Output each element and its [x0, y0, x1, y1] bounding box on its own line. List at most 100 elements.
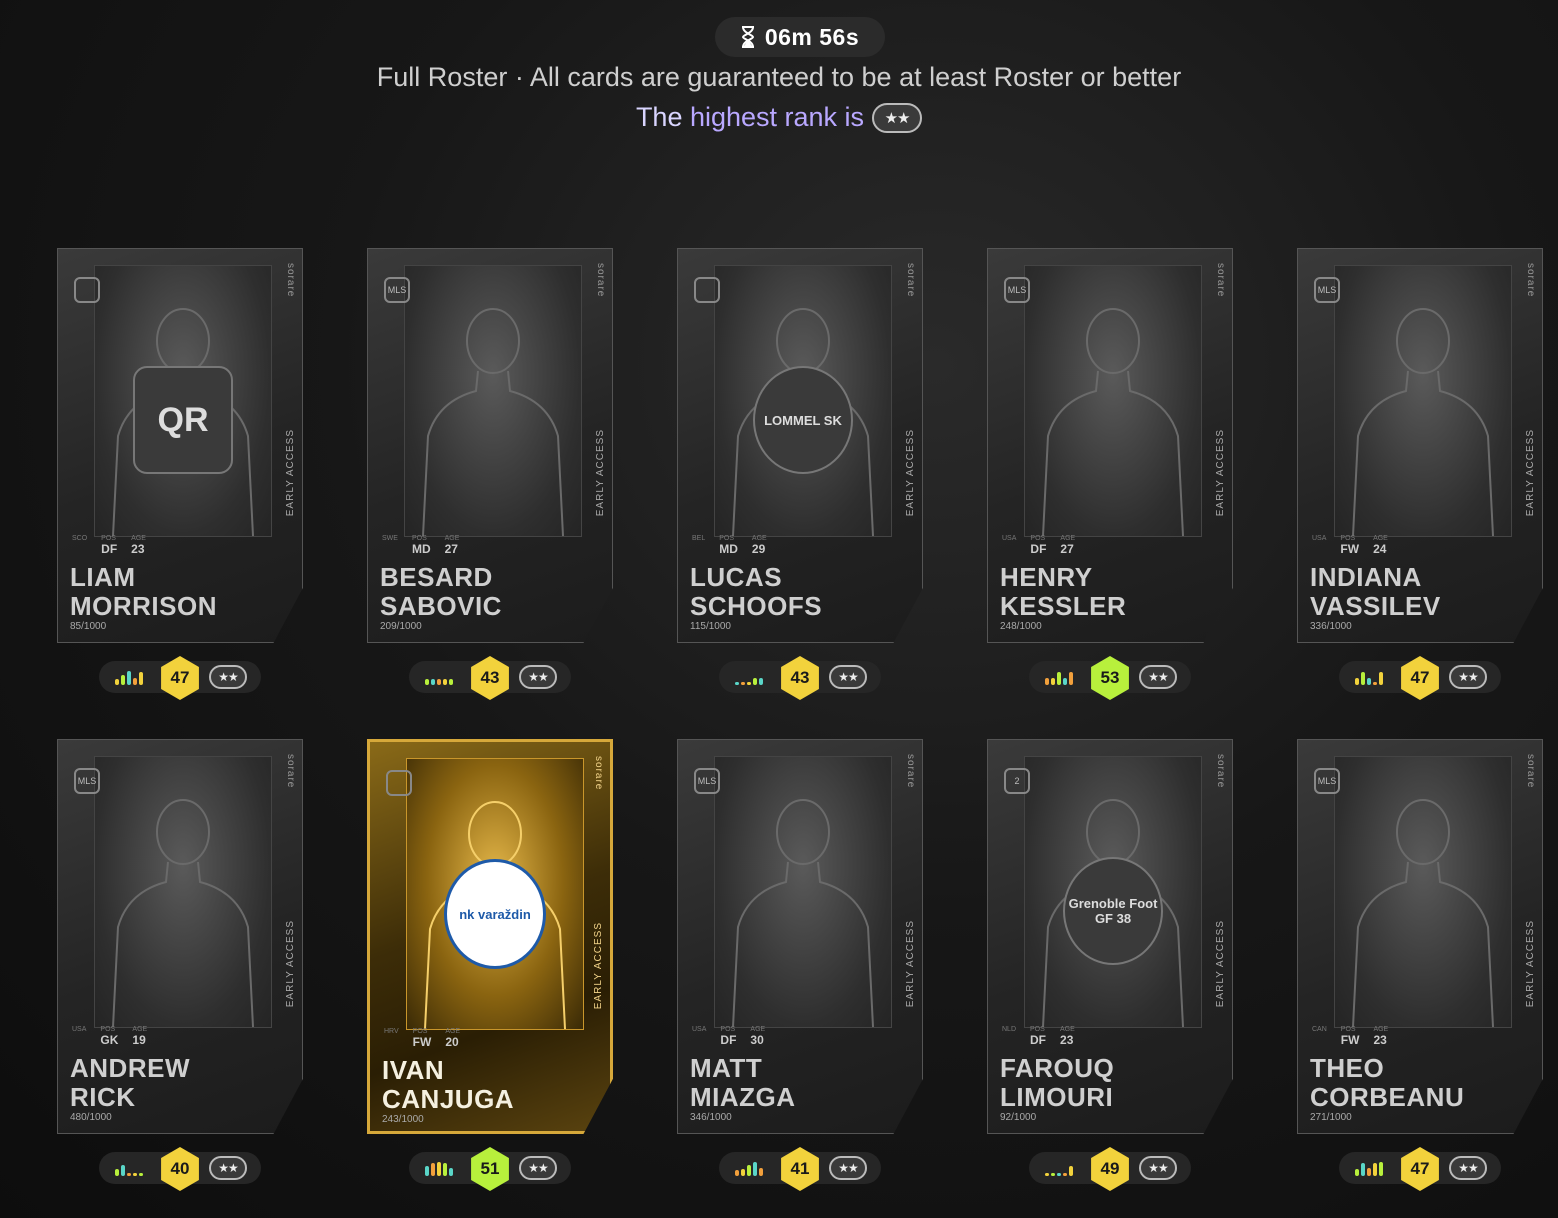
rank-stars-badge: ★★	[209, 665, 247, 689]
player-score: 43	[471, 656, 509, 700]
league-logo-icon: MLS	[1004, 277, 1030, 303]
player-meta: USA POS GK AGE 19	[72, 1026, 147, 1047]
player-name: ANDREW RICK	[70, 1054, 190, 1112]
player-image-frame	[94, 756, 272, 1028]
player-silhouette-icon	[732, 799, 874, 1027]
position-value: DF	[1030, 542, 1047, 556]
player-card[interactable]: MLS sorare EARLY ACCESS USA POS DF AGE 27 HENRY K…	[987, 248, 1233, 643]
rank-stars-badge: ★★	[829, 665, 867, 689]
form-bar	[1051, 677, 1055, 685]
age-field: AGE 23	[1373, 1026, 1388, 1047]
player-score: 41	[781, 1147, 819, 1191]
player-card[interactable]: nk varaždin sorare EARLY ACCESS HRV POS FW AGE…	[367, 739, 613, 1134]
timer-value: 06m 56s	[764, 23, 860, 50]
country-label: SCO	[72, 535, 88, 542]
form-bar	[1361, 1163, 1365, 1176]
player-stats-pill: 40 ★★	[99, 1147, 261, 1191]
age-value: 23	[1060, 1033, 1074, 1047]
age-field: AGE 27	[445, 535, 460, 556]
player-image-frame	[714, 756, 892, 1028]
age-field: AGE 19	[132, 1026, 147, 1047]
early-access-label: EARLY ACCESS	[905, 429, 916, 517]
player-last-name: SCHOOFS	[690, 591, 823, 621]
player-first-name: LIAM	[70, 562, 136, 592]
position-field: POS FW	[1341, 1026, 1360, 1047]
age-value: 23	[131, 542, 145, 556]
position-value: FW	[412, 1035, 432, 1049]
player-card[interactable]: MLS sorare EARLY ACCESS SWE POS MD AGE 27 BESARD…	[367, 248, 613, 643]
sorare-brand: sorare	[595, 263, 606, 298]
form-bar	[741, 1168, 745, 1176]
position-field: POS DF	[1030, 1026, 1046, 1047]
player-card[interactable]: Grenoble Foot GF 38 2 sorare EARLY ACCESS NL…	[987, 739, 1233, 1134]
player-meta: SWE POS MD AGE 27	[382, 535, 459, 556]
form-bar	[759, 677, 763, 685]
position-label: POS	[412, 1028, 428, 1035]
player-card[interactable]: MLS sorare EARLY ACCESS USA POS FW AGE 24 INDIAN…	[1297, 248, 1543, 643]
position-value: DF	[720, 1033, 737, 1047]
position-value: MD	[411, 542, 431, 556]
form-bar	[431, 678, 435, 685]
form-bar	[449, 678, 453, 685]
age-label: AGE	[132, 1026, 148, 1033]
player-image-frame: nk varaždin	[406, 758, 584, 1030]
early-access-label: EARLY ACCESS	[1525, 920, 1536, 1008]
early-access-label: EARLY ACCESS	[595, 429, 606, 517]
position-field: POS DF	[1030, 535, 1046, 556]
position-field: POS MD	[719, 535, 738, 556]
age-label: AGE	[444, 535, 460, 542]
player-name: IVAN CANJUGA	[382, 1056, 514, 1114]
card-serial-number: 271/1000	[1310, 1112, 1352, 1123]
form-bar	[449, 1168, 453, 1176]
player-meta: CAN POS FW AGE 23	[1312, 1026, 1388, 1047]
country-label: HRV	[384, 1028, 399, 1035]
sorare-brand: sorare	[1525, 263, 1536, 298]
form-bar	[127, 670, 131, 685]
form-bar	[735, 681, 739, 685]
player-card[interactable]: MLS sorare EARLY ACCESS USA POS GK AGE 19 ANDREW…	[57, 739, 303, 1134]
age-label: AGE	[750, 1026, 766, 1033]
position-label: POS	[1340, 1026, 1356, 1033]
player-score: 51	[471, 1147, 509, 1191]
form-bar	[1355, 677, 1359, 685]
form-bar	[747, 681, 751, 685]
player-first-name: IVAN	[382, 1055, 445, 1085]
league-logo-icon: MLS	[384, 277, 410, 303]
position-value: DF	[1030, 1033, 1047, 1047]
player-first-name: THEO	[1310, 1053, 1385, 1083]
form-bar	[1063, 677, 1067, 685]
player-meta: NLD POS DF AGE 23	[1002, 1026, 1075, 1047]
club-badge-icon: QR	[133, 366, 233, 474]
country-label: USA	[692, 1026, 707, 1033]
form-bar	[1045, 677, 1049, 685]
age-label: AGE	[445, 1028, 461, 1035]
player-score: 47	[1401, 656, 1439, 700]
position-label: POS	[1030, 535, 1046, 542]
player-silhouette-icon	[1352, 308, 1494, 536]
player-card[interactable]: MLS sorare EARLY ACCESS USA POS DF AGE 30 MATT MI…	[677, 739, 923, 1134]
player-silhouette-icon	[112, 799, 254, 1027]
sorare-brand: sorare	[905, 263, 916, 298]
country-field: SWE	[382, 535, 398, 556]
form-bar	[1063, 1172, 1067, 1176]
country-field: HRV	[384, 1028, 399, 1049]
player-name: BESARD SABOVIC	[380, 563, 502, 621]
player-score: 47	[161, 656, 199, 700]
age-label: AGE	[1060, 1026, 1075, 1033]
player-image-frame	[1334, 265, 1512, 537]
league-logo-icon: MLS	[1314, 277, 1340, 303]
form-bars	[115, 669, 155, 685]
player-stats-pill: 43 ★★	[409, 656, 571, 700]
player-card[interactable]: LOMMEL SK sorare EARLY ACCESS BEL POS MD AGE 29…	[677, 248, 923, 643]
position-field: POS DF	[720, 1026, 736, 1047]
form-bar	[115, 679, 119, 685]
player-meta: HRV POS FW AGE 20	[384, 1028, 460, 1049]
position-value: GK	[100, 1033, 119, 1047]
player-stats-pill: 47 ★★	[1339, 656, 1501, 700]
player-card[interactable]: MLS sorare EARLY ACCESS CAN POS FW AGE 23 THEO CO…	[1297, 739, 1543, 1134]
league-logo-icon: MLS	[694, 768, 720, 794]
league-logo-icon	[386, 770, 412, 796]
age-value: 30	[750, 1033, 764, 1047]
player-card[interactable]: QR sorare EARLY ACCESS SCO POS DF AGE 23 LIAM MOR…	[57, 248, 303, 643]
country-field: SCO	[72, 535, 87, 556]
